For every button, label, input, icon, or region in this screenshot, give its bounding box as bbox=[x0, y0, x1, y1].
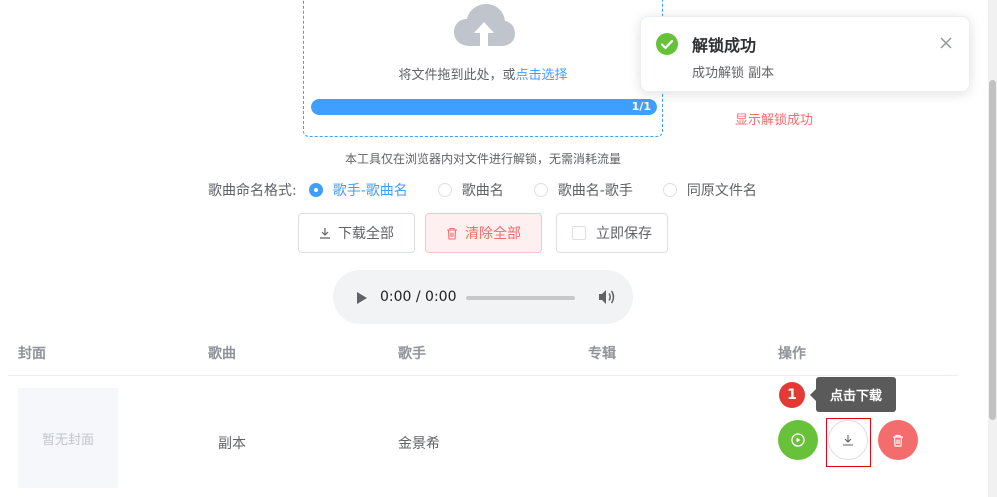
clear-all-label: 清除全部 bbox=[465, 225, 521, 241]
header-album: 专辑 bbox=[588, 346, 616, 362]
header-artist: 歌手 bbox=[398, 346, 426, 362]
radio-dot[interactable] bbox=[662, 183, 677, 197]
upload-text-prefix: 将文件拖到此处，或 bbox=[398, 68, 516, 83]
delete-button[interactable] bbox=[878, 420, 918, 460]
upload-progress-bar: 1/1 bbox=[311, 99, 657, 115]
upload-progress-fill: 1/1 bbox=[311, 99, 657, 115]
upload-dropzone[interactable]: 将文件拖到此处，或点击选择 1/1 bbox=[303, 0, 663, 137]
download-all-label: 下载全部 bbox=[338, 225, 394, 241]
table-header: 封面 歌曲 歌手 专辑 操作 bbox=[8, 330, 958, 376]
radio-song[interactable]: 歌曲名 bbox=[437, 180, 504, 200]
clear-all-button[interactable]: 清除全部 bbox=[425, 213, 542, 253]
play-icon[interactable] bbox=[356, 291, 368, 305]
download-icon bbox=[320, 228, 330, 239]
audio-time: 0:00 / 0:00 bbox=[380, 289, 457, 305]
radio-dot[interactable] bbox=[533, 183, 548, 197]
tool-tip-text: 本工具仅在浏览器内对文件进行解锁，无需消耗流量 bbox=[344, 152, 621, 166]
radio-label: 同原文件名 bbox=[686, 183, 757, 199]
audio-seek-bar[interactable] bbox=[466, 296, 575, 300]
trash-icon bbox=[447, 227, 457, 240]
download-highlight-box bbox=[826, 418, 871, 467]
save-now-toggle[interactable]: 立即保存 bbox=[556, 213, 668, 253]
volume-icon[interactable] bbox=[598, 289, 616, 305]
header-actions: 操作 bbox=[778, 346, 806, 362]
artist-cell: 金景希 bbox=[398, 436, 440, 452]
radio-label: 歌曲名-歌手 bbox=[557, 183, 633, 199]
play-circle-icon bbox=[791, 433, 805, 447]
trash-icon bbox=[893, 434, 903, 447]
radio-dot[interactable] bbox=[308, 183, 323, 197]
click-select-link[interactable]: 点击选择 bbox=[516, 68, 568, 83]
audio-player: 0:00 / 0:00 bbox=[333, 270, 633, 324]
download-tooltip: 点击下载 bbox=[810, 377, 896, 412]
page-scrollbar[interactable] bbox=[988, 0, 997, 497]
cover-placeholder: 暂无封面 bbox=[18, 388, 118, 488]
radio-song-artist[interactable]: 歌曲名-歌手 bbox=[533, 180, 633, 200]
radio-dot[interactable] bbox=[437, 183, 452, 197]
header-song: 歌曲 bbox=[208, 346, 236, 362]
scrollbar-thumb[interactable] bbox=[989, 80, 996, 420]
play-button[interactable] bbox=[778, 420, 818, 460]
cloud-upload-icon bbox=[454, 4, 515, 46]
save-now-checkbox[interactable] bbox=[572, 226, 586, 240]
notification-message: 成功解锁 副本 bbox=[692, 66, 775, 81]
radio-label: 歌手-歌曲名 bbox=[332, 183, 408, 199]
naming-format-group: 歌曲命名格式: 歌手-歌曲名 歌曲名 歌曲名-歌手 同原文件名 bbox=[208, 181, 787, 199]
radio-label: 歌曲名 bbox=[461, 183, 504, 199]
naming-format-label: 歌曲命名格式: bbox=[208, 183, 297, 199]
upload-progress-label: 1/1 bbox=[631, 100, 651, 113]
header-cover: 封面 bbox=[18, 346, 46, 362]
radio-original-filename[interactable]: 同原文件名 bbox=[662, 180, 757, 200]
success-notification: 解锁成功 成功解锁 副本 bbox=[640, 16, 970, 92]
unlock-success-annotation: 显示解锁成功 bbox=[735, 113, 814, 128]
save-now-label: 立即保存 bbox=[596, 225, 652, 241]
upload-instruction: 将文件拖到此处，或点击选择 bbox=[304, 64, 662, 83]
close-icon[interactable] bbox=[939, 36, 953, 50]
success-check-icon bbox=[656, 33, 678, 55]
song-cell: 副本 bbox=[218, 436, 246, 452]
radio-artist-song[interactable]: 歌手-歌曲名 bbox=[308, 180, 408, 200]
download-all-button[interactable]: 下载全部 bbox=[298, 213, 415, 253]
notification-title: 解锁成功 bbox=[692, 36, 757, 55]
step-badge: 1 bbox=[779, 382, 805, 408]
